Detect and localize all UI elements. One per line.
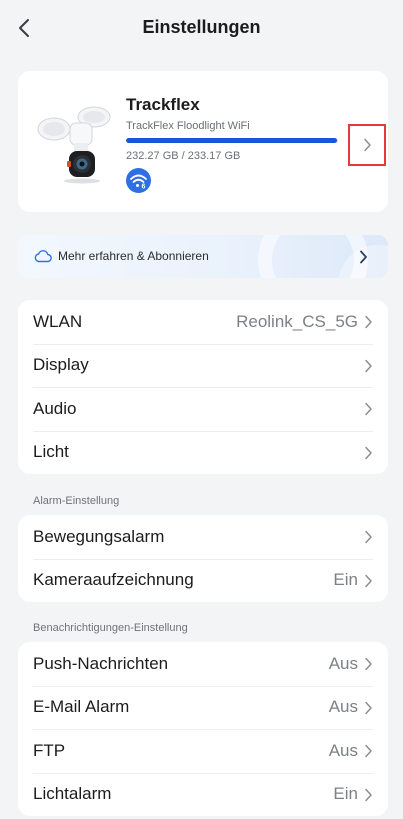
chevron-right-icon — [365, 530, 372, 544]
settings-row-licht[interactable]: Licht — [18, 430, 388, 475]
row-label: FTP — [33, 740, 66, 760]
camera-image — [36, 105, 122, 185]
row-value: Reolink_CS_5G — [236, 311, 358, 331]
wifi-badge-label: 6 — [142, 184, 146, 191]
row-label: Kameraaufzeichnung — [33, 570, 194, 590]
chevron-right-icon — [360, 250, 367, 264]
settings-row-ftp[interactable]: FTP Aus — [18, 729, 388, 773]
device-card[interactable]: Trackflex TrackFlex Floodlight WiFi 232.… — [18, 71, 388, 212]
row-value: Ein — [333, 784, 358, 804]
chevron-right-icon — [365, 788, 372, 801]
settings-row-wlan[interactable]: WLAN Reolink_CS_5G — [18, 300, 388, 344]
settings-row-lichtalarm[interactable]: Lichtalarm Ein — [18, 772, 388, 817]
row-value: Aus — [328, 653, 358, 673]
row-value: Aus — [328, 697, 358, 717]
section-title-notifications: Benachrichtigungen-Einstellung — [33, 622, 188, 634]
subscribe-banner[interactable]: Mehr erfahren & Abonnieren — [18, 235, 388, 278]
cloud-icon — [34, 250, 52, 263]
settings-row-audio[interactable]: Audio — [18, 387, 388, 431]
row-label: Display — [33, 355, 89, 375]
row-label: Lichtalarm — [33, 784, 112, 804]
chevron-right-icon — [365, 359, 372, 372]
settings-page: Einstellungen Trackflex TrackFlex Floodl… — [0, 0, 403, 819]
settings-row-email-alarm[interactable]: E-Mail Alarm Aus — [18, 685, 388, 730]
chevron-right-icon — [365, 574, 372, 587]
storage-bar-fill — [126, 138, 338, 143]
device-model: TrackFlex Floodlight WiFi — [126, 120, 250, 132]
settings-row-display[interactable]: Display — [18, 343, 388, 388]
row-label: Licht — [33, 442, 69, 462]
chevron-right-icon — [364, 138, 371, 152]
chevron-right-icon — [365, 315, 372, 329]
notification-settings-group: Push-Nachrichten Aus E-Mail Alarm Aus FT… — [18, 642, 388, 816]
storage-text: 232.27 GB / 233.17 GB — [126, 150, 241, 162]
row-label: Audio — [33, 398, 77, 418]
row-label: Bewegungsalarm — [33, 526, 165, 546]
chevron-right-icon — [365, 402, 372, 416]
settings-row-kameraaufzeichnung[interactable]: Kameraaufzeichnung Ein — [18, 558, 388, 603]
banner-label: Mehr erfahren & Abonnieren — [58, 249, 209, 263]
section-title-alarm: Alarm-Einstellung — [33, 495, 120, 507]
row-value: Aus — [328, 740, 358, 760]
wifi-6-badge: 6 — [126, 168, 151, 193]
row-label: E-Mail Alarm — [33, 697, 130, 717]
chevron-right-icon — [365, 446, 372, 459]
wifi-icon: 6 — [130, 174, 147, 191]
row-label: Push-Nachrichten — [33, 653, 169, 673]
row-value: Ein — [333, 570, 358, 590]
chevron-right-icon — [365, 657, 372, 671]
storage-bar — [126, 138, 338, 143]
chevron-right-icon — [365, 701, 372, 714]
chevron-right-icon — [365, 744, 372, 758]
row-label: WLAN — [33, 311, 83, 331]
page-title: Einstellungen — [142, 17, 261, 37]
device-name: Trackflex — [126, 95, 200, 114]
settings-row-push[interactable]: Push-Nachrichten Aus — [18, 642, 388, 686]
alarm-settings-group: Bewegungsalarm Kameraaufzeichnung Ein — [18, 515, 388, 602]
settings-row-bewegungsalarm[interactable]: Bewegungsalarm — [18, 515, 388, 559]
header: Einstellungen — [0, 0, 403, 56]
device-detail-button[interactable] — [348, 124, 386, 166]
general-settings-group: WLAN Reolink_CS_5G Display Audio Licht — [18, 300, 388, 474]
